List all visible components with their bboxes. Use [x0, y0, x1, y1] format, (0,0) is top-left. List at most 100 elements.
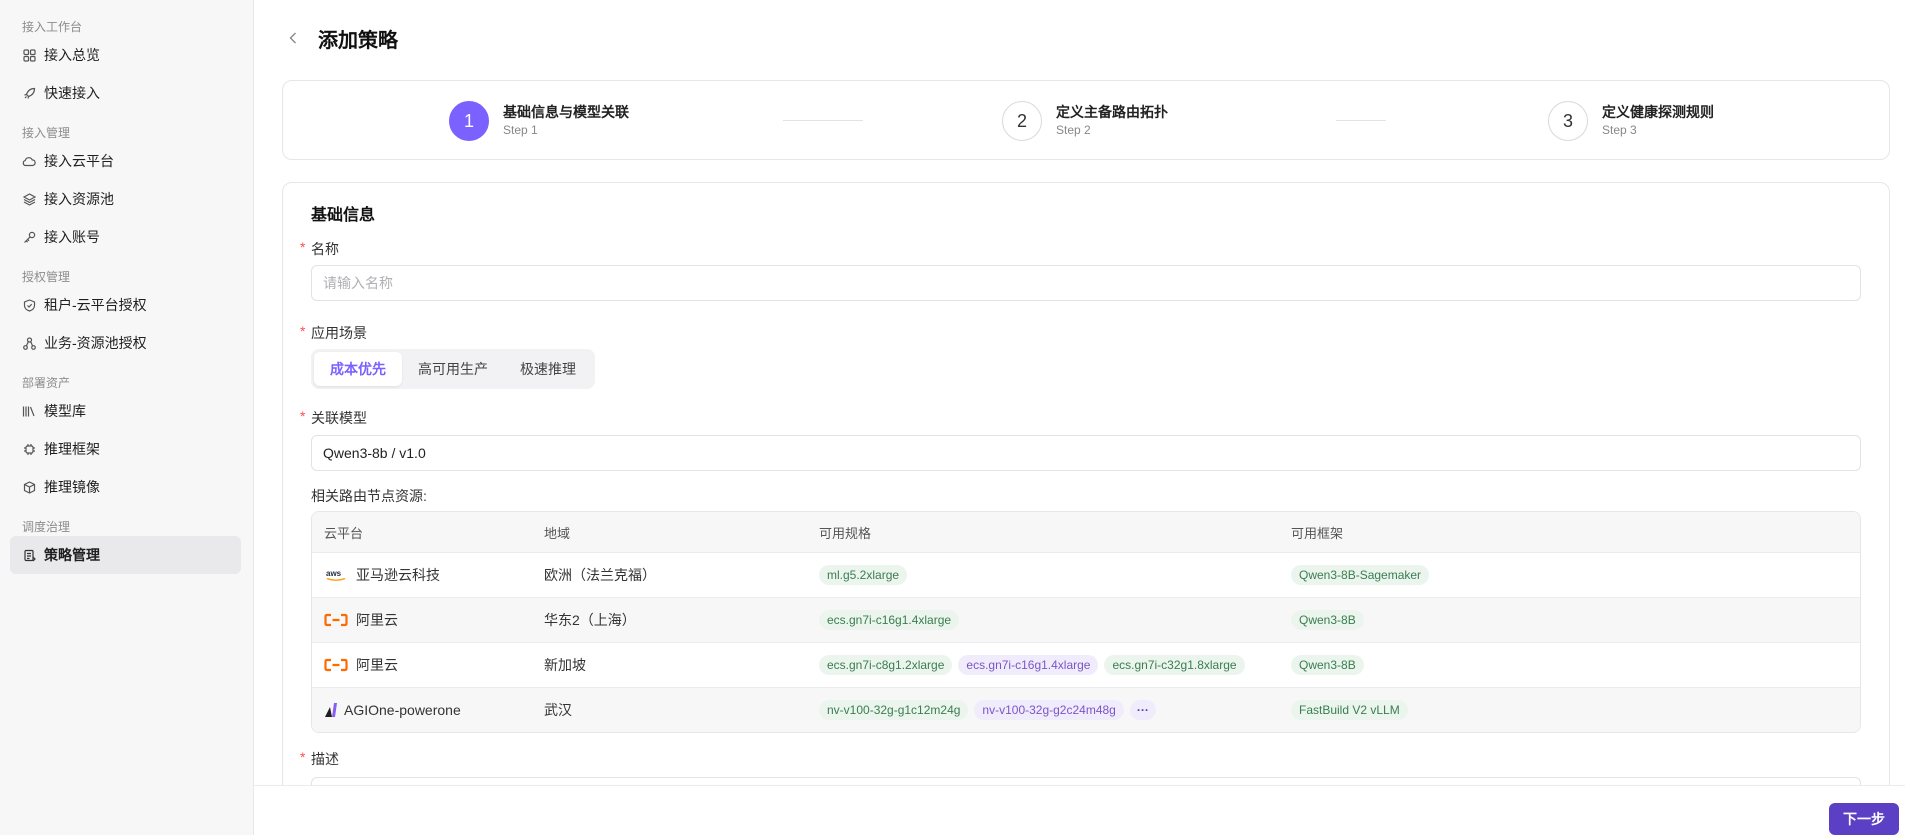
required-mark: *	[300, 749, 306, 765]
model-label: * 关联模型	[300, 408, 367, 428]
required-mark: *	[300, 408, 306, 424]
spec-tag: ecs.gn7i-c8g1.2xlarge	[819, 655, 953, 675]
cell-frameworks: Qwen3-8B-Sagemaker	[1279, 565, 1860, 585]
next-step-button[interactable]: 下一步	[1829, 803, 1899, 835]
platform-name: 亚马逊云科技	[356, 567, 440, 583]
sidebar-item-label: 策略管理	[44, 547, 100, 563]
step-number: 1	[449, 101, 489, 141]
platform-name: AGIOne-powerone	[344, 702, 461, 718]
required-mark: *	[300, 323, 306, 339]
name-input[interactable]: 请输入名称	[311, 265, 1861, 301]
sidebar-item-model-library[interactable]: 模型库	[0, 392, 241, 430]
sidebar-item-label: 快速接入	[44, 85, 100, 101]
step-title: 定义健康探测规则	[1602, 104, 1714, 120]
framework-tag: Qwen3-8B	[1291, 655, 1364, 675]
scene-label-text: 应用场景	[311, 325, 367, 341]
more-specs-button[interactable]: ···	[1129, 700, 1156, 720]
chip-icon	[22, 442, 36, 456]
spec-tag: nv-v100-32g-g2c24m48g	[974, 700, 1124, 720]
model-select[interactable]: Qwen3-8b / v1.0	[311, 435, 1861, 471]
spec-tag: ecs.gn7i-c16g1.4xlarge	[958, 655, 1099, 675]
policy-icon	[22, 548, 36, 562]
footer-bar: 下一步	[254, 785, 1905, 835]
sidebar-item-account[interactable]: 接入账号	[0, 218, 241, 256]
section-title: 基础信息	[311, 207, 376, 224]
cell-region: 欧洲（法兰克福）	[544, 567, 656, 583]
sidebar-item-inference-image[interactable]: 推理镜像	[0, 468, 241, 506]
sidebar-item-label: 接入总览	[44, 47, 100, 63]
scene-option-cost-first[interactable]: 成本优先	[314, 352, 402, 386]
cell-platform: AGIOne-powerone	[312, 702, 532, 718]
cell-specs: nv-v100-32g-g1c12m24g nv-v100-32g-g2c24m…	[807, 700, 1279, 720]
cell-frameworks: Qwen3-8B	[1279, 655, 1860, 675]
cell-specs: ecs.gn7i-c8g1.2xlarge ecs.gn7i-c16g1.4xl…	[807, 655, 1279, 675]
aliyun-logo-icon	[324, 612, 348, 628]
column-header: 云平台	[324, 525, 364, 541]
sidebar-item-business-auth[interactable]: 业务-资源池授权	[0, 324, 241, 362]
required-mark: *	[300, 239, 306, 255]
step-connector	[783, 120, 863, 121]
sidebar-group-title: 接入工作台	[22, 20, 83, 34]
sidebar-item-label: 模型库	[44, 403, 86, 419]
scene-option-high-availability[interactable]: 高可用生产	[402, 352, 504, 386]
cell-specs: ecs.gn7i-c16g1.4xlarge	[807, 610, 1279, 630]
step-title: 基础信息与模型关联	[503, 104, 629, 120]
nodes-icon	[22, 336, 36, 350]
framework-tag: Qwen3-8B-Sagemaker	[1291, 565, 1430, 585]
sidebar-group-title: 调度治理	[22, 520, 71, 534]
table-row: 阿里云 新加坡 ecs.gn7i-c8g1.2xlarge ecs.gn7i-c…	[312, 642, 1860, 687]
sidebar-item-label: 业务-资源池授权	[44, 335, 147, 351]
cell-region: 新加坡	[544, 657, 586, 673]
grid-icon	[22, 48, 36, 62]
sidebar-group-title: 接入管理	[22, 126, 71, 140]
cloud-icon	[22, 154, 36, 168]
sidebar-item-inference-framework[interactable]: 推理框架	[0, 430, 241, 468]
scene-option-fast-inference[interactable]: 极速推理	[504, 352, 592, 386]
sidebar-item-label: 推理镜像	[44, 479, 100, 495]
basic-info-card: 基础信息 * 名称 请输入名称 * 应用场景 成本优先 高可用生产 极速推理 *…	[282, 182, 1890, 835]
table-row: aws 亚马逊云科技 欧洲（法兰克福） ml.g5.2xlarge Qwen3-…	[312, 552, 1860, 597]
cell-platform: 阿里云	[312, 610, 532, 630]
cell-specs: ml.g5.2xlarge	[807, 565, 1279, 585]
cell-region: 武汉	[544, 702, 572, 718]
sidebar: 接入工作台 接入总览 快速接入 接入管理 接入云平台 接入资源池 接入账号 授权…	[0, 0, 254, 835]
sidebar-item-label: 推理框架	[44, 441, 100, 457]
table-row: AGIOne-powerone 武汉 nv-v100-32g-g1c12m24g…	[312, 687, 1860, 732]
cell-platform: aws 亚马逊云科技	[312, 565, 532, 585]
platform-name: 阿里云	[356, 612, 398, 628]
sidebar-item-label: 租户-云平台授权	[44, 297, 147, 313]
library-icon	[22, 404, 36, 418]
step-2: 2 定义主备路由拓扑 Step 2	[1002, 101, 1168, 141]
sidebar-item-policy-management[interactable]: 策略管理	[10, 536, 241, 574]
aws-logo-icon: aws	[324, 567, 348, 583]
shield-icon	[22, 298, 36, 312]
resources-label: 相关路由节点资源:	[311, 488, 427, 504]
resources-table: 云平台 地域 可用规格 可用框架 aws 亚马逊云科技 欧洲（法兰克福） ml.…	[311, 511, 1861, 733]
step-connector	[1336, 120, 1386, 121]
sidebar-group-title: 部署资产	[22, 376, 71, 390]
column-header: 可用框架	[1291, 525, 1344, 541]
step-3: 3 定义健康探测规则 Step 3	[1548, 101, 1714, 141]
scene-segmented-control: 成本优先 高可用生产 极速推理	[311, 349, 595, 389]
column-header: 可用规格	[819, 525, 872, 541]
sidebar-item-cloud-platform[interactable]: 接入云平台	[0, 142, 241, 180]
chevron-left-icon[interactable]	[282, 27, 304, 49]
spec-tag: ml.g5.2xlarge	[819, 565, 908, 585]
sidebar-item-label: 接入账号	[44, 229, 100, 245]
cell-frameworks: Qwen3-8B	[1279, 610, 1860, 630]
step-title: 定义主备路由拓扑	[1056, 104, 1168, 120]
table-header-row: 云平台 地域 可用规格 可用框架	[312, 512, 1860, 552]
sidebar-item-quick-access[interactable]: 快速接入	[0, 74, 241, 112]
sidebar-item-resource-pool[interactable]: 接入资源池	[0, 180, 241, 218]
sidebar-item-tenant-auth[interactable]: 租户-云平台授权	[0, 286, 241, 324]
page-header: 添加策略	[282, 22, 398, 54]
framework-tag: Qwen3-8B	[1291, 610, 1364, 630]
agione-logo-icon	[324, 702, 338, 718]
key-icon	[22, 230, 36, 244]
sidebar-item-overview[interactable]: 接入总览	[0, 36, 241, 74]
main-content: 添加策略 1 基础信息与模型关联 Step 1 2 定义主备路由拓扑 Step …	[254, 0, 1905, 835]
cell-region: 华东2（上海）	[544, 612, 636, 628]
aliyun-logo-icon	[324, 657, 348, 673]
sidebar-item-label: 接入资源池	[44, 191, 114, 207]
column-header: 地域	[544, 525, 571, 541]
